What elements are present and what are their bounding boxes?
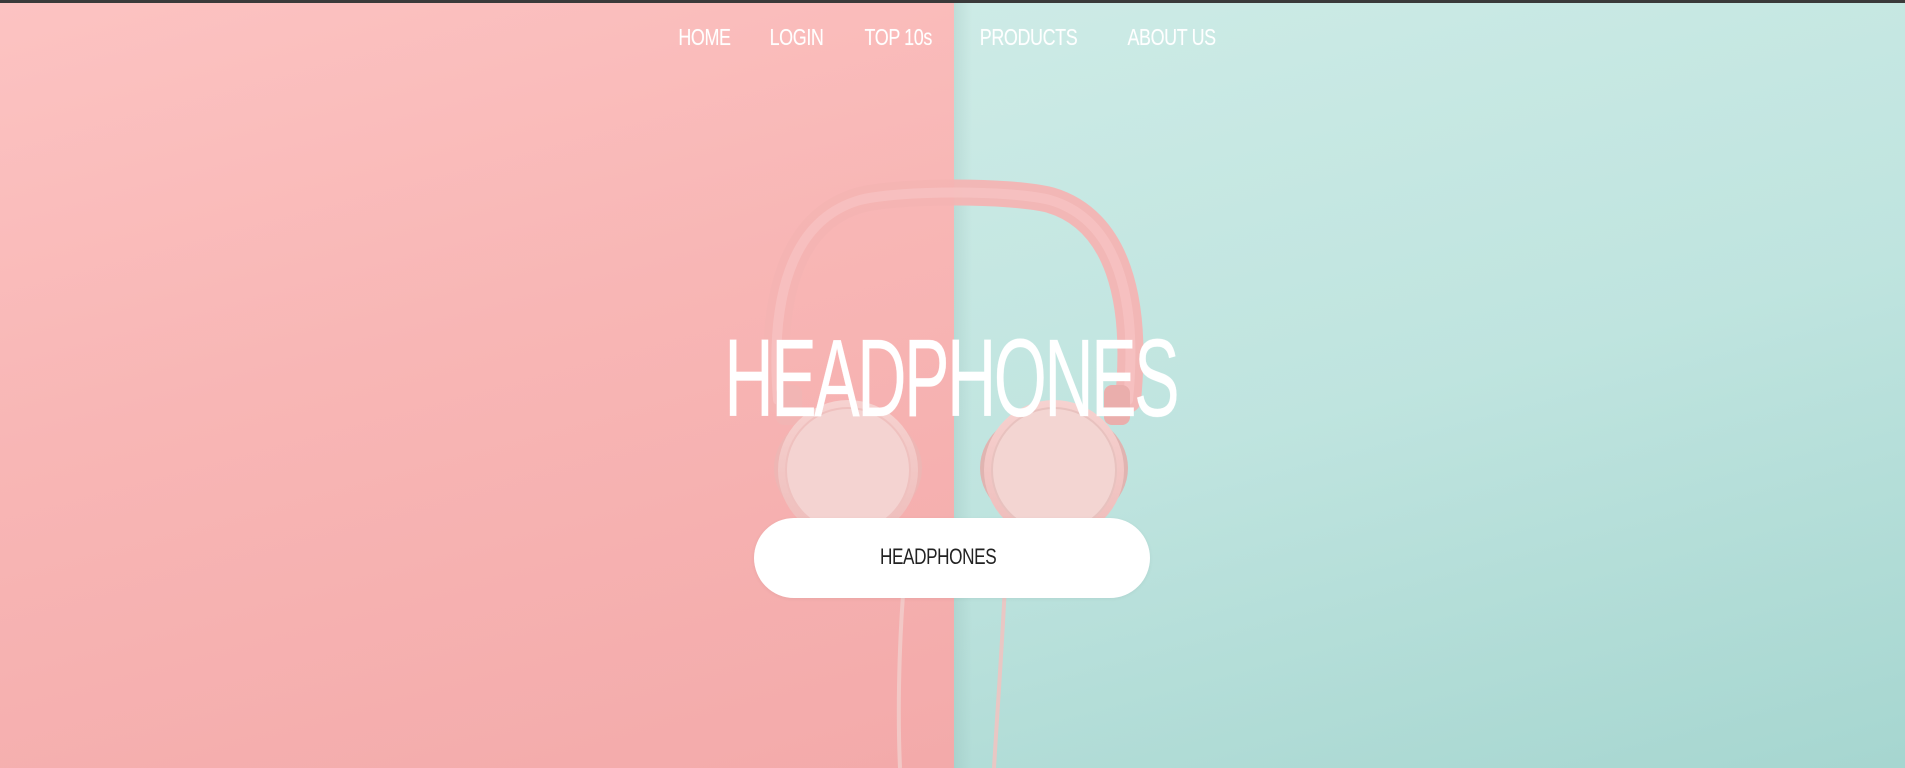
- top-border: [0, 0, 1905, 3]
- nav-link-login[interactable]: LOGIN: [770, 24, 824, 51]
- nav-link-about-us[interactable]: ABOUT US: [1127, 24, 1216, 51]
- nav-link-home[interactable]: HOME: [678, 24, 731, 51]
- headphones-button-label: HEADPHONES: [880, 544, 997, 569]
- nav-list: HOME LOGIN TOP 10s PRODUCTS ABOUT US: [671, 24, 1228, 51]
- page: HOME LOGIN TOP 10s PRODUCTS ABOUT US HEA…: [0, 0, 1905, 768]
- hero-title: HEADPHONES: [724, 316, 1179, 440]
- headphones-button[interactable]: HEADPHONES: [754, 518, 1150, 598]
- nav-link-top-10s[interactable]: TOP 10s: [865, 24, 933, 51]
- main-navigation: HOME LOGIN TOP 10s PRODUCTS ABOUT US: [0, 24, 1905, 51]
- nav-link-products[interactable]: PRODUCTS: [979, 24, 1077, 51]
